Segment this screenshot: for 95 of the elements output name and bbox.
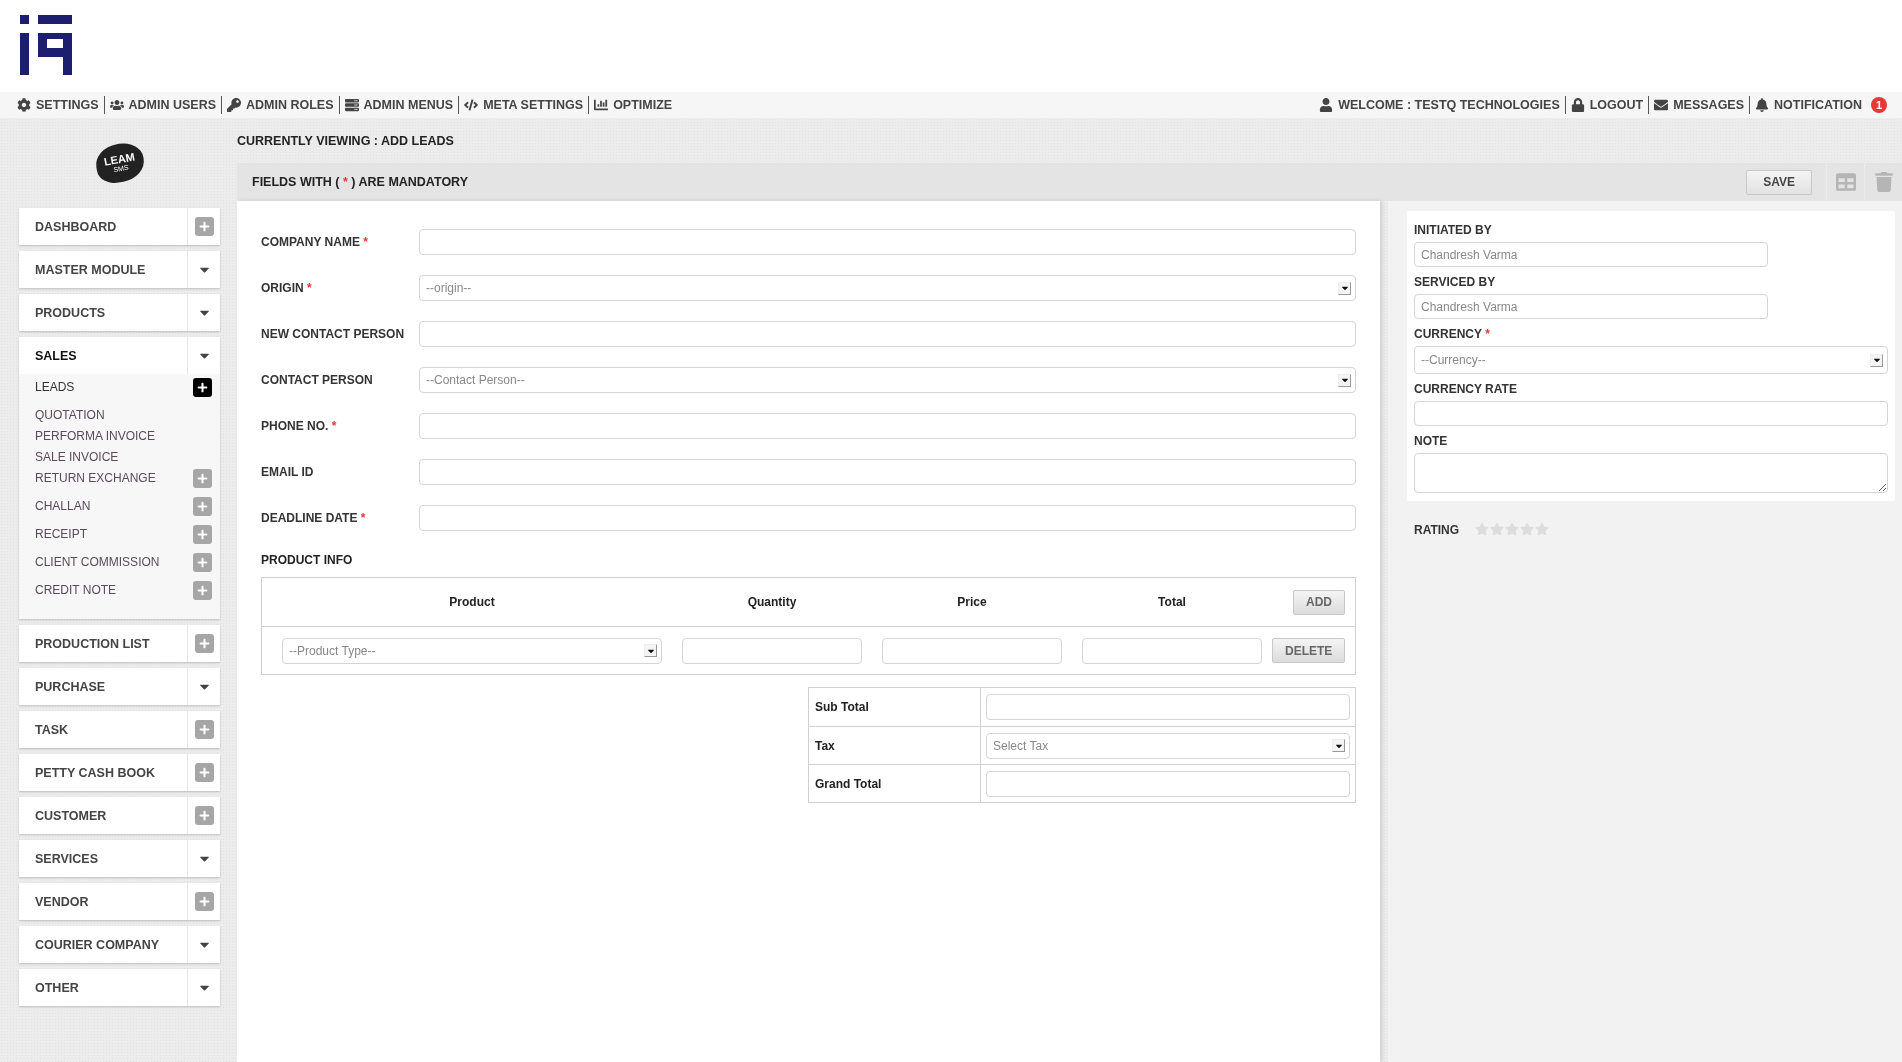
mandatory-notice: FIELDS WITH ( * ) ARE MANDATORY [252, 175, 468, 189]
field-label: CURRENCY RATE [1414, 381, 1518, 398]
field-label: CONTACT PERSON [261, 373, 374, 387]
input-field[interactable] [419, 321, 1356, 347]
submenu-link[interactable]: QUOTATION [35, 406, 105, 422]
input-field[interactable] [419, 229, 1356, 255]
input-field[interactable] [1414, 401, 1888, 426]
input-field[interactable]: Chandresh Varma [1414, 242, 1768, 267]
sidebar-label[interactable]: COURIER COMPANY [19, 937, 187, 952]
sidebar-label[interactable]: VENDOR [19, 894, 187, 909]
input-field[interactable] [419, 413, 1356, 439]
nav-icon [109, 98, 124, 112]
section-title: PRODUCT INFO [261, 553, 354, 567]
notification-badge: 1 [1871, 97, 1887, 113]
select-field[interactable]: --Product Type-- [282, 637, 662, 664]
field-label: INITIATED BY [1414, 222, 1493, 239]
sidebar-label[interactable]: OTHER [19, 980, 187, 995]
totals-label: Grand Total [809, 765, 981, 802]
nav-link[interactable]: ADMIN MENUS [339, 96, 460, 114]
envelope-icon [1654, 98, 1669, 112]
nav-icon [227, 98, 242, 112]
sidebar-label[interactable]: CUSTOMER [19, 808, 187, 823]
nav-link[interactable]: NOTIFICATION 1 [1750, 96, 1892, 114]
field-label: COMPANY NAME * [261, 235, 369, 249]
sidebar-label[interactable]: MASTER MODULE [19, 262, 187, 277]
dropdown-icon [1338, 373, 1351, 387]
nav-link[interactable]: SETTINGS [12, 96, 105, 114]
submenu-link[interactable]: LEADS [35, 378, 75, 394]
field-label: NEW CONTACT PERSON [261, 327, 406, 341]
select-field[interactable]: --Currency-- [1414, 346, 1888, 374]
input-field[interactable] [419, 459, 1356, 485]
totals-label: Tax [809, 727, 981, 764]
dropdown-icon [1332, 739, 1345, 752]
input-field[interactable] [986, 694, 1350, 720]
sidebar-label[interactable]: PRODUCTS [19, 305, 187, 320]
column-header: Total [1157, 595, 1187, 609]
user-icon [1319, 98, 1334, 112]
field-label: SERVICED BY [1414, 274, 1497, 291]
nav-link[interactable]: ADMIN ROLES [222, 96, 340, 114]
field-label: CURRENCY * [1414, 326, 1491, 343]
save-button[interactable]: SAVE [1746, 169, 1812, 195]
field-label: EMAIL ID [261, 465, 315, 479]
sidebar-label[interactable]: PETTY CASH BOOK [19, 765, 187, 780]
submenu-link[interactable]: RECEIPT [35, 525, 87, 541]
field-label: NOTE [1414, 433, 1449, 450]
sidebar-label[interactable]: TASK [19, 722, 187, 737]
dropdown-icon [1338, 281, 1351, 295]
sidebar-label[interactable]: DASHBOARD [19, 219, 187, 234]
submenu-link[interactable]: CLIENT COMMISSION [35, 553, 160, 569]
input-field[interactable] [882, 637, 1062, 664]
lock-icon [1570, 98, 1585, 112]
nav-link[interactable]: ADMIN USERS [104, 96, 223, 114]
nav-icon [17, 98, 31, 112]
input-field[interactable] [986, 770, 1350, 797]
input-field[interactable]: Chandresh Varma [1414, 294, 1768, 319]
nav-icon [464, 98, 479, 112]
add-button[interactable]: ADD [1293, 589, 1345, 615]
submenu-link[interactable]: CREDIT NOTE [35, 581, 117, 597]
input-field[interactable] [1082, 637, 1262, 664]
logo-icon [20, 15, 72, 75]
sidebar-label[interactable]: PURCHASE [19, 679, 187, 694]
dropdown-icon [644, 644, 657, 657]
submenu-link[interactable]: CHALLAN [35, 497, 91, 513]
nav-icon [594, 98, 609, 112]
submenu-link[interactable]: PERFORMA INVOICE [35, 427, 156, 443]
submenu-link[interactable]: SALE INVOICE [35, 448, 119, 464]
note-field[interactable] [1414, 453, 1888, 493]
field-label: PHONE NO. * [261, 419, 338, 433]
nav-link[interactable]: MESSAGES [1649, 96, 1751, 114]
rating-label: RATING [1414, 522, 1460, 539]
nav-icon [344, 98, 359, 112]
input-field[interactable] [419, 505, 1356, 531]
nav-link[interactable]: WELCOME : TESTQ TECHNOLOGIES [1314, 96, 1566, 114]
column-header: Quantity [746, 595, 798, 609]
delete-button[interactable]: DELETE [1272, 638, 1346, 663]
bell-icon [1755, 98, 1770, 112]
select-field[interactable]: --Contact Person-- [419, 367, 1356, 393]
column-header: Product [448, 595, 496, 609]
submenu-link[interactable]: RETURN EXCHANGE [35, 469, 156, 485]
field-label: DEADLINE DATE * [261, 511, 367, 525]
plus-icon[interactable] [193, 378, 212, 397]
breadcrumb: CURRENTLY VIEWING : ADD LEADS [237, 133, 454, 148]
sidebar-label[interactable]: PRODUCTION LIST [19, 636, 187, 651]
input-field[interactable] [682, 637, 862, 664]
nav-link[interactable]: LOGOUT [1565, 96, 1650, 114]
field-label: ORIGIN * [261, 281, 313, 295]
totals-label: Sub Total [809, 688, 981, 726]
dropdown-icon [1870, 353, 1883, 367]
nav-link[interactable]: META SETTINGS [459, 96, 590, 114]
select-field[interactable]: Select Tax [986, 732, 1350, 759]
select-field[interactable]: --origin-- [419, 275, 1356, 301]
sidebar-label[interactable]: SERVICES [19, 851, 187, 866]
column-header: Price [956, 595, 988, 609]
sidebar-label[interactable]: SALES [19, 348, 187, 363]
nav-link[interactable]: OPTIMIZE [589, 96, 678, 114]
